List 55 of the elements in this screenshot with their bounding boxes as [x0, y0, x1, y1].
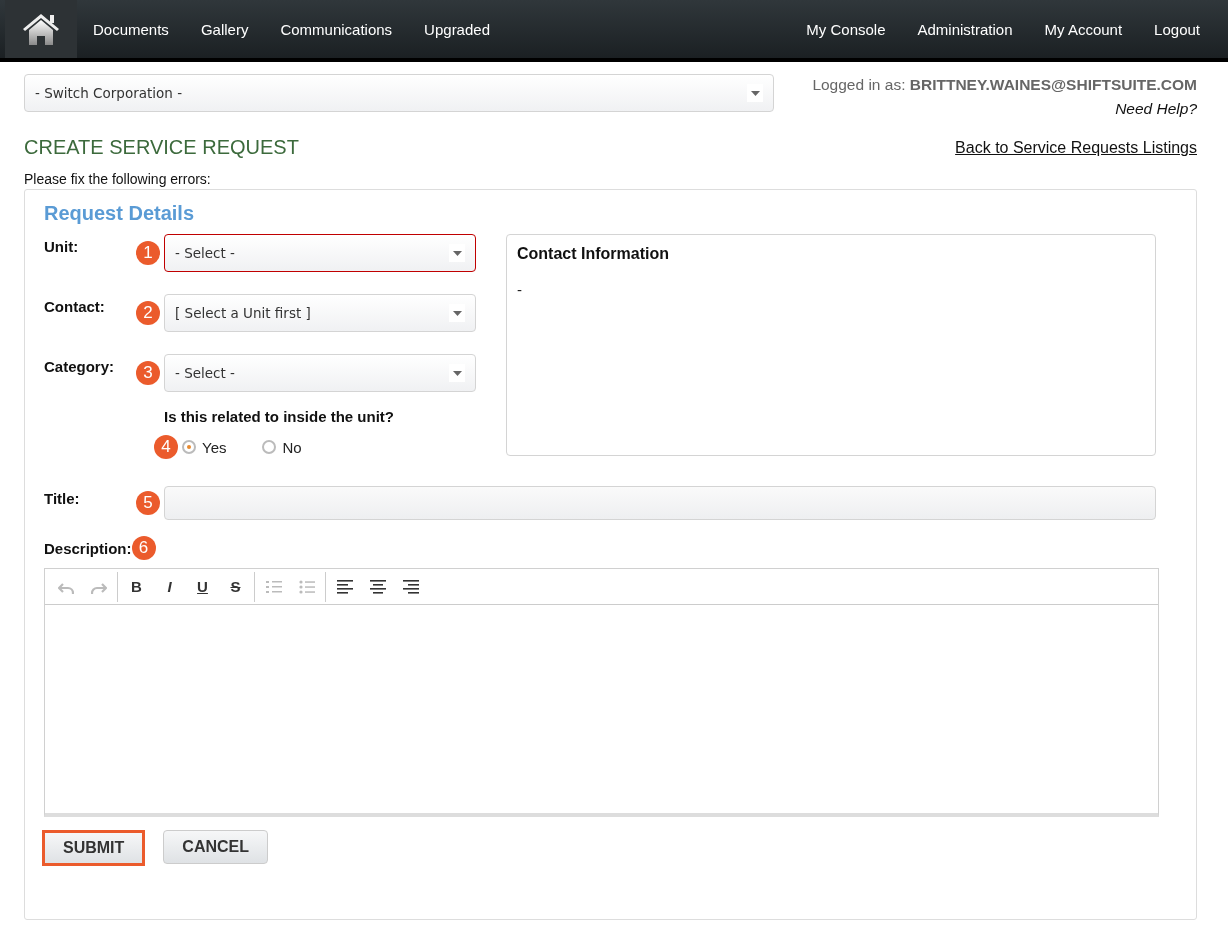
step-marker: 6 [131, 536, 156, 560]
nav-link[interactable]: Gallery [184, 20, 265, 38]
step-marker: 2 [136, 301, 160, 325]
select-field[interactable]: - Select - [164, 354, 476, 392]
section-title: Request Details [44, 202, 196, 225]
page-title: CREATE SERVICE REQUEST [24, 136, 299, 159]
home-button[interactable] [5, 0, 77, 58]
field-label: Contact: [44, 298, 106, 315]
field-label: Title: [44, 490, 81, 507]
step-marker: 4 [154, 435, 178, 459]
numbered-list-icon [265, 579, 282, 594]
nav-link[interactable]: Administration [901, 20, 1029, 38]
nav-link[interactable]: My Account [1028, 20, 1139, 38]
align-left-icon [336, 579, 353, 594]
question-text: Is this related to inside the unit? [164, 408, 396, 425]
field-label: Unit: [44, 238, 80, 255]
error-message: Please fix the following errors: [24, 171, 212, 187]
nav-link[interactable]: Upgraded [408, 20, 506, 38]
back-link[interactable]: Back to Service Requests Listings [955, 138, 1197, 157]
format-button[interactable]: U [186, 572, 219, 601]
logged-in-text: Logged in as: BRITTNEY.WAINES@SHIFTSUITE.COM [812, 76, 1197, 94]
step-marker: 3 [136, 361, 160, 385]
bullet-list-icon [298, 579, 315, 594]
help-link[interactable]: Need Help? [812, 100, 1197, 118]
format-button[interactable]: B [120, 572, 153, 601]
field-label: Description: [44, 539, 132, 557]
nav-link[interactable]: Logout [1138, 20, 1216, 38]
select-field[interactable]: [ Select a Unit first ] [164, 294, 476, 332]
format-button[interactable]: S [219, 572, 252, 601]
radio-button[interactable] [182, 440, 196, 454]
format-button[interactable]: I [153, 572, 186, 601]
form-button[interactable]: SUBMIT [42, 830, 146, 866]
caret-icon [750, 90, 760, 96]
step-marker: 5 [136, 491, 160, 515]
form-button[interactable]: CANCEL [163, 830, 268, 864]
radio-option[interactable]: Yes [182, 438, 227, 456]
step-marker: 1 [136, 241, 160, 265]
field-label: Category: [44, 358, 115, 375]
nav-link[interactable]: My Console [790, 20, 902, 38]
contact-info-title: Contact Information [517, 245, 670, 263]
caret-icon [452, 250, 462, 256]
home-icon [21, 12, 61, 46]
nav-link[interactable]: Communications [264, 20, 409, 38]
caret-icon [452, 370, 462, 376]
contact-info-value: - [517, 281, 523, 298]
nav-link[interactable]: Documents [77, 20, 185, 38]
align-right-icon [402, 579, 419, 594]
align-center-icon [369, 579, 386, 594]
caret-icon [452, 310, 462, 316]
title-input[interactable] [164, 486, 1156, 520]
radio-option[interactable]: No [262, 438, 302, 456]
radio-button[interactable] [262, 440, 277, 454]
select-field[interactable]: - Select - [164, 234, 476, 272]
company-dropdown[interactable]: - Switch Corporation - [24, 74, 774, 112]
text-editor[interactable]: B I U S [44, 568, 1159, 817]
